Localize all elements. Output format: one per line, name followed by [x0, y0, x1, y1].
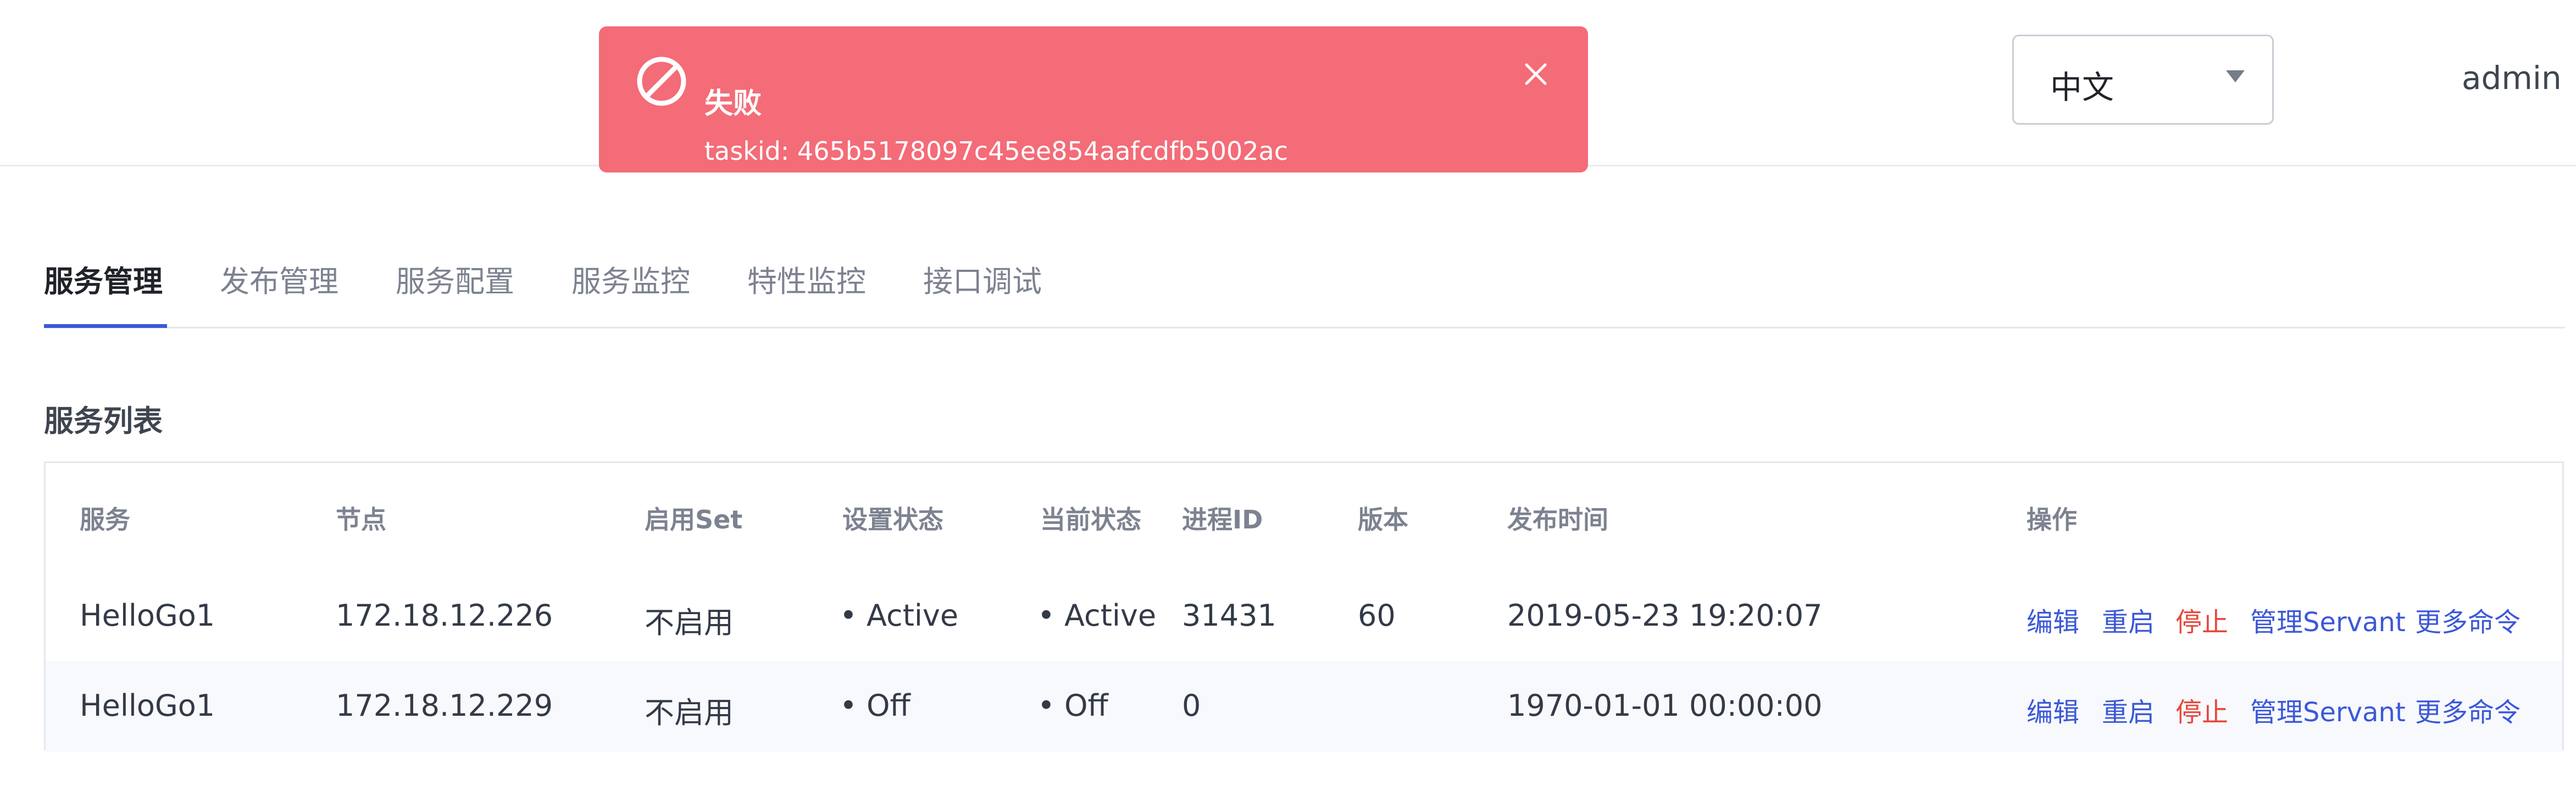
column-header: 进程ID: [1182, 505, 1263, 534]
column-header: 节点: [336, 505, 386, 534]
column-header: 当前状态: [1040, 505, 1141, 534]
section-title: 服务列表: [44, 404, 163, 438]
stop-link[interactable]: 停止: [2175, 690, 2228, 729]
column-header: 操作: [2027, 505, 2077, 534]
active-tab-indicator: [44, 324, 167, 328]
toast-message: taskid: 465b5178097c45ee854aafcdfb5002ac: [704, 136, 1289, 166]
tab-interface-debug[interactable]: 接口调试: [923, 257, 1042, 300]
node-address: 172.18.12.229: [336, 688, 553, 723]
process-id: 31431: [1182, 598, 1276, 633]
version: 60: [1358, 598, 1396, 633]
setting-status: • Off: [840, 688, 911, 723]
current-status: • Off: [1037, 688, 1108, 723]
more-commands-link[interactable]: 更多命令: [2415, 690, 2521, 729]
toast-title: 失败: [704, 87, 762, 120]
column-header: 设置状态: [842, 505, 943, 534]
more-commands-link[interactable]: 更多命令: [2415, 600, 2521, 639]
tab-service-config[interactable]: 服务配置: [396, 257, 514, 300]
edit-link[interactable]: 编辑: [2027, 600, 2079, 639]
column-header: 服务: [80, 505, 130, 534]
manage-servant-link[interactable]: 管理Servant: [2250, 600, 2406, 639]
tab-release-management[interactable]: 发布管理: [220, 257, 338, 300]
close-icon[interactable]: [1522, 60, 1550, 88]
setting-status: • Active: [840, 598, 959, 633]
set-enabled: 不启用: [645, 695, 734, 730]
caret-down-icon: [2226, 70, 2245, 82]
service-name: HelloGo1: [80, 688, 215, 723]
current-status: • Active: [1037, 598, 1157, 633]
ban-icon: [637, 57, 686, 106]
tab-feature-monitor[interactable]: 特性监控: [747, 257, 866, 300]
service-table: 服务 节点 启用Set 设置状态 当前状态 进程ID 版本 发布时间 操作 He…: [44, 461, 2564, 752]
tabs-divider: [44, 327, 2565, 328]
user-menu[interactable]: admin: [2462, 59, 2562, 97]
table-row: HelloGo1 172.18.12.226 不启用 • Active • Ac…: [46, 571, 2562, 662]
node-address: 172.18.12.226: [336, 598, 553, 633]
table-header-row: 服务 节点 启用Set 设置状态 当前状态 进程ID 版本 发布时间 操作: [46, 463, 2562, 572]
tab-service-monitor[interactable]: 服务监控: [571, 257, 690, 300]
language-select[interactable]: 中文: [2012, 35, 2274, 125]
set-enabled: 不启用: [645, 605, 734, 640]
manage-servant-link[interactable]: 管理Servant: [2250, 690, 2406, 729]
publish-time: 1970-01-01 00:00:00: [1507, 688, 1823, 723]
stop-link[interactable]: 停止: [2175, 600, 2228, 639]
column-header: 发布时间: [1507, 505, 1608, 534]
restart-link[interactable]: 重启: [2102, 600, 2155, 639]
service-name: HelloGo1: [80, 598, 215, 633]
edit-link[interactable]: 编辑: [2027, 690, 2079, 729]
column-header: 启用Set: [645, 505, 743, 534]
publish-time: 2019-05-23 19:20:07: [1507, 598, 1823, 633]
process-id: 0: [1182, 688, 1201, 723]
error-toast: 失败 taskid: 465b5178097c45ee854aafcdfb500…: [599, 26, 1588, 172]
restart-link[interactable]: 重启: [2102, 690, 2155, 729]
tab-service-management[interactable]: 服务管理: [44, 257, 163, 300]
language-value: 中文: [2050, 69, 2114, 106]
column-header: 版本: [1358, 505, 1408, 534]
table-row: HelloGo1 172.18.12.229 不启用 • Off • Off 0…: [46, 661, 2562, 752]
